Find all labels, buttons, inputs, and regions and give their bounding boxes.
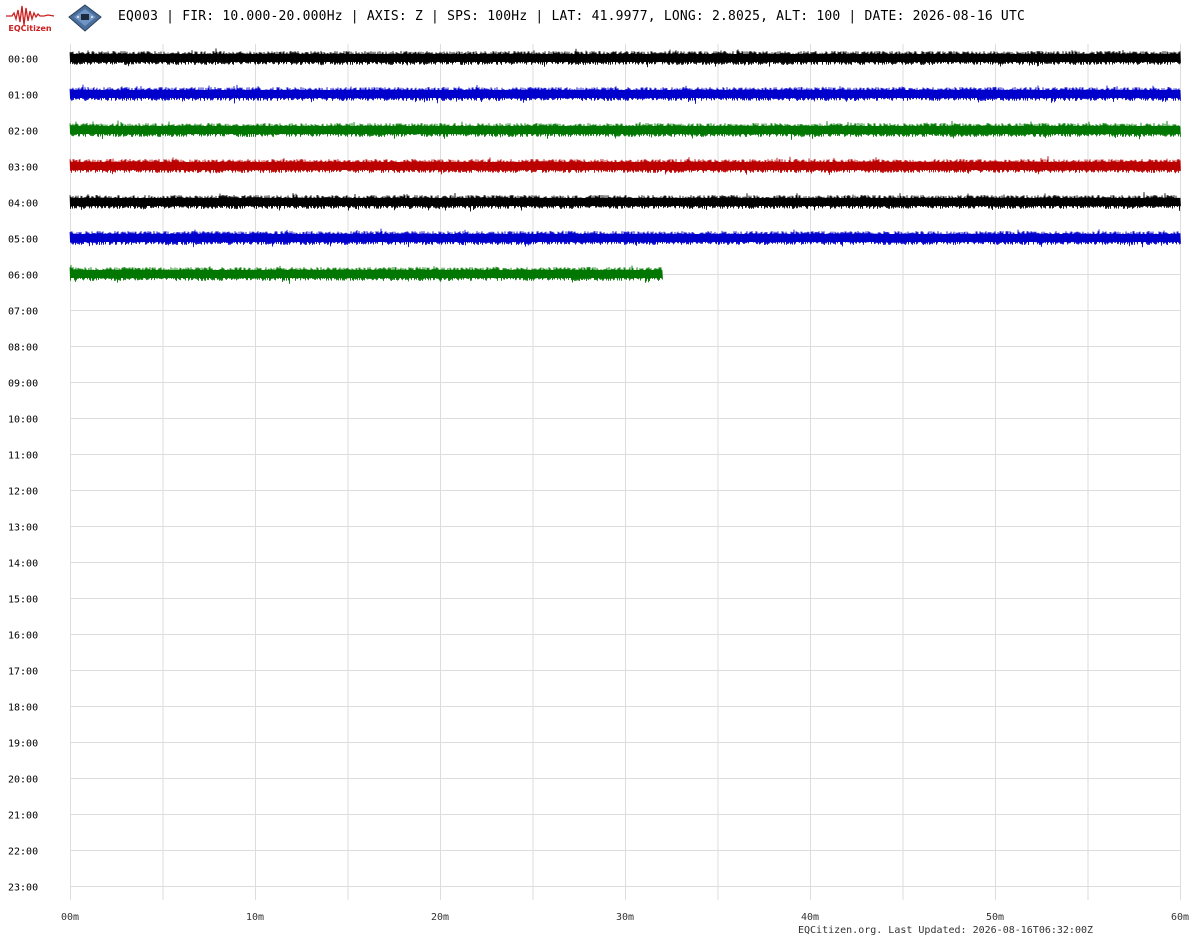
trace-0600 <box>69 264 663 284</box>
x-tick-label: 40m <box>801 912 819 923</box>
x-tick-label: 20m <box>431 912 449 923</box>
y-tick-label: 14:00 <box>8 559 38 570</box>
y-tick-label: 21:00 <box>8 811 38 822</box>
y-tick-label: 20:00 <box>8 775 38 786</box>
x-tick-label: 60m <box>1171 912 1189 923</box>
y-tick-label: 10:00 <box>8 415 38 426</box>
y-tick-label: 17:00 <box>8 667 38 678</box>
y-tick-label: 11:00 <box>8 451 38 462</box>
y-tick-label: 22:00 <box>8 847 38 858</box>
y-tick-label: 19:00 <box>8 739 38 750</box>
y-tick-label: 02:00 <box>8 127 38 138</box>
y-tick-label: 23:00 <box>8 883 38 894</box>
x-tick-label: 10m <box>246 912 264 923</box>
trace-waveform <box>69 264 663 284</box>
y-tick-label: 16:00 <box>8 631 38 642</box>
last-updated-footer: EQCitizen.org. Last Updated: 2026-08-16T… <box>798 925 1094 936</box>
y-tick-label: 15:00 <box>8 595 38 606</box>
y-tick-label: 06:00 <box>8 271 38 282</box>
y-tick-label: 07:00 <box>8 307 38 318</box>
y-tick-label: 03:00 <box>8 163 38 174</box>
x-tick-label: 50m <box>986 912 1004 923</box>
y-tick-label: 09:00 <box>8 379 38 390</box>
y-tick-label: 12:00 <box>8 487 38 498</box>
y-tick-label: 00:00 <box>8 55 38 66</box>
x-axis-labels: 00m 10m 20m 30m 40m 50m 60m <box>61 912 1189 923</box>
helicorder-plot: 00:00 01:00 02:00 03:00 04:00 05:00 06:00 07:00… <box>8 44 1189 923</box>
y-tick-label: 05:00 <box>8 235 38 246</box>
x-tick-label: 30m <box>616 912 634 923</box>
grid-lines <box>70 44 1181 900</box>
x-tick-label: 00m <box>61 912 79 923</box>
y-tick-label: 13:00 <box>8 523 38 534</box>
y-tick-label: 01:00 <box>8 91 38 102</box>
y-tick-label: 18:00 <box>8 703 38 714</box>
y-tick-label: 04:00 <box>8 199 38 210</box>
y-axis-labels: 00:00 01:00 02:00 03:00 04:00 05:00 06:00 07:00… <box>8 55 38 894</box>
y-tick-label: 08:00 <box>8 343 38 354</box>
